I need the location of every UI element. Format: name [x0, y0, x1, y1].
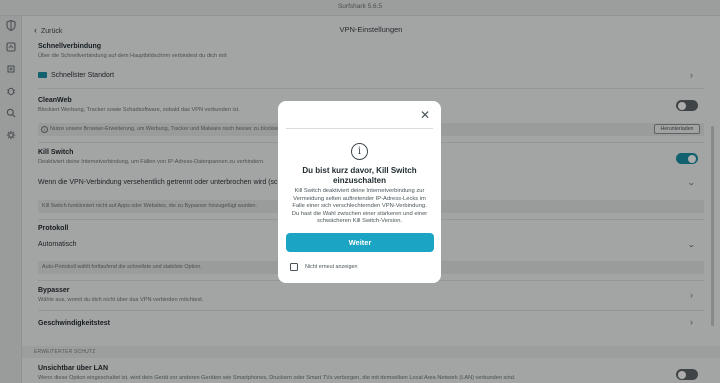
kill-switch-dialog: ✕ i Du bist kurz davor, Kill Switch einz… [278, 101, 441, 283]
dialog-body: Kill Switch deaktiviert deine Internetve… [291, 188, 428, 225]
dont-show-again-label[interactable]: Nicht erneut anzeigen [305, 264, 357, 270]
dont-show-again-checkbox[interactable] [290, 263, 298, 271]
dialog-title: Du bist kurz davor, Kill Switch einzusch… [302, 166, 417, 185]
continue-button[interactable]: Weiter [286, 233, 434, 252]
info-icon: i [351, 143, 368, 160]
dialog-divider [286, 128, 433, 129]
close-icon[interactable]: ✕ [420, 109, 430, 121]
